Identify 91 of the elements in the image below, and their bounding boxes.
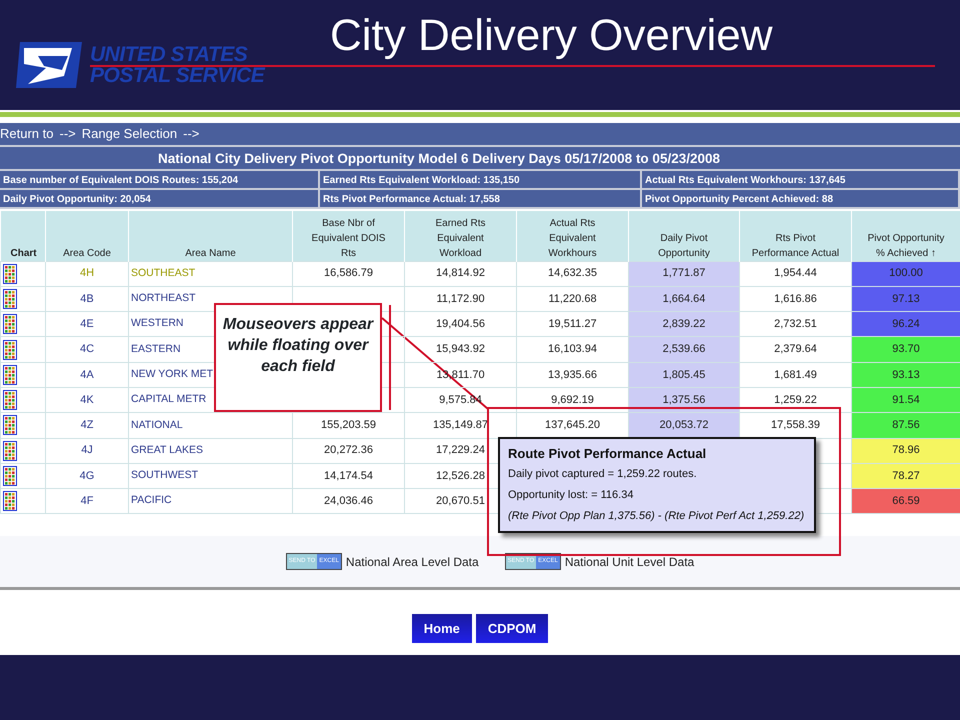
area-code: 4Z bbox=[80, 419, 94, 432]
column-header: Rts Pivot Performance Actual bbox=[740, 211, 852, 261]
area-code: 4K bbox=[80, 394, 94, 406]
nav-label: Return to bbox=[0, 125, 54, 144]
callout-box: Mouseovers appear while floating over each field bbox=[214, 303, 382, 412]
table-cell: 1,771.87 bbox=[628, 261, 740, 286]
chart-icon[interactable] bbox=[3, 288, 17, 309]
stat-text: Daily Pivot Opportunity: 20,054 bbox=[0, 190, 320, 209]
column-header: Chart bbox=[0, 211, 46, 261]
table-cell: 1,259.22 bbox=[740, 387, 852, 413]
area-code: 4E bbox=[80, 318, 94, 330]
logo-text: POSTAL SERVICE bbox=[90, 65, 264, 86]
percent-cell: 93.13 bbox=[852, 362, 960, 388]
logo-text: UNITED STATES bbox=[90, 44, 248, 65]
column-header: Actual Rts Equivalent Workhours bbox=[516, 211, 628, 261]
chart-icon[interactable] bbox=[3, 264, 17, 284]
area-code: 4J bbox=[81, 444, 93, 456]
column-header: Area Code bbox=[46, 211, 128, 261]
area-name-link[interactable]: EASTERN bbox=[131, 342, 181, 355]
table-cell: 16,586.79 bbox=[292, 261, 404, 286]
table-cell: 1,681.49 bbox=[740, 362, 852, 388]
report-title: National City Delivery Pivot Opportunity Model 6 Delivery Days 05/17/2008 to 05/23/2008 bbox=[0, 147, 960, 171]
table-cell: 11,220.68 bbox=[516, 286, 628, 312]
area-name-link[interactable]: PACIFIC bbox=[131, 494, 172, 506]
table-cell: 1,954.44 bbox=[740, 261, 852, 286]
export-label: National Area Level Data bbox=[346, 554, 479, 571]
range-selection-link[interactable]: Range Selection bbox=[82, 124, 178, 144]
chart-icon[interactable] bbox=[3, 440, 17, 461]
table-cell: 2,539.66 bbox=[628, 336, 740, 362]
percent-cell: 93.70 bbox=[852, 336, 960, 362]
export-label: National Unit Level Data bbox=[564, 554, 694, 571]
table-cell: 9,692.19 bbox=[516, 387, 628, 413]
table-cell: 14,814.92 bbox=[404, 261, 516, 286]
area-name-link[interactable]: NORTHEAST bbox=[131, 292, 196, 304]
column-header: Daily Pivot Opportunity bbox=[628, 211, 740, 261]
area-code: 4F bbox=[80, 495, 94, 508]
percent-cell: 78.27 bbox=[852, 463, 960, 489]
percent-cell: 87.56 bbox=[852, 412, 960, 438]
chart-icon[interactable] bbox=[3, 364, 17, 385]
chart-icon[interactable] bbox=[3, 314, 17, 334]
table-cell: 11,172.90 bbox=[404, 286, 516, 312]
column-header: Area Name bbox=[128, 211, 292, 261]
table-cell: 15,943.92 bbox=[404, 336, 516, 362]
chart-icon[interactable] bbox=[3, 491, 17, 512]
stat-text: Rts Pivot Performance Actual: 17,558 bbox=[320, 190, 642, 209]
arrow-text: --> bbox=[183, 125, 200, 144]
table-cell: 20,053.72 bbox=[628, 412, 740, 438]
chart-icon[interactable] bbox=[3, 340, 17, 360]
table-cell: 13,935.66 bbox=[516, 362, 628, 388]
table-cell: 2,839.22 bbox=[628, 312, 740, 337]
slide-title: City Delivery Overview bbox=[330, 14, 773, 58]
table-cell: 16,103.94 bbox=[516, 336, 628, 362]
area-code: 4G bbox=[80, 470, 94, 482]
table-cell: 2,732.51 bbox=[740, 312, 852, 337]
area-code: 4C bbox=[80, 343, 94, 356]
column-header: Earned Rts Equivalent Workload bbox=[404, 211, 516, 261]
chart-icon[interactable] bbox=[3, 390, 17, 410]
percent-cell: 91.54 bbox=[852, 387, 960, 413]
percent-cell: 100.00 bbox=[852, 261, 960, 286]
table-cell: 1,805.45 bbox=[628, 362, 740, 388]
nav-button[interactable]: CDPOM bbox=[476, 614, 548, 644]
area-code: 4B bbox=[80, 292, 94, 305]
table-cell: 14,174.54 bbox=[292, 463, 404, 489]
chart-icon[interactable] bbox=[3, 415, 17, 436]
chart-icon[interactable] bbox=[3, 466, 17, 486]
table-cell: 20,272.36 bbox=[292, 438, 404, 464]
column-header[interactable]: Pivot Opportunity % Achieved ↑ bbox=[852, 211, 960, 261]
stat-text: Actual Rts Equivalent Workhours: 137,645 bbox=[642, 171, 960, 190]
area-code: 4A bbox=[80, 368, 94, 381]
percent-cell: 96.24 bbox=[852, 312, 960, 337]
table-cell: 19,511.27 bbox=[516, 312, 628, 337]
table-cell: 19,404.56 bbox=[404, 312, 516, 337]
stat-text: Pivot Opportunity Percent Achieved: 88 bbox=[642, 190, 960, 209]
nav-button[interactable]: Home bbox=[412, 614, 472, 644]
arrow-text: --> bbox=[59, 125, 76, 144]
percent-cell: 78.96 bbox=[852, 438, 960, 464]
percent-cell: 97.13 bbox=[852, 286, 960, 312]
stat-text: Earned Rts Equivalent Workload: 135,150 bbox=[320, 171, 642, 190]
column-header: Base Nbr of Equivalent DOIS Rts bbox=[292, 211, 404, 261]
table-cell: 2,379.64 bbox=[740, 336, 852, 362]
table-cell: 14,632.35 bbox=[516, 261, 628, 286]
stat-text: Base number of Equivalent DOIS Routes: 155,204 bbox=[0, 171, 320, 190]
area-name-link[interactable]: NATIONAL bbox=[131, 418, 183, 431]
table-cell: 24,036.46 bbox=[292, 488, 404, 514]
area-name-link[interactable]: WESTERN bbox=[131, 317, 184, 330]
table-cell: 1,664.64 bbox=[628, 286, 740, 312]
table-cell: 1,616.86 bbox=[740, 286, 852, 312]
area-code: 4H bbox=[80, 267, 94, 280]
area-name-link[interactable]: SOUTHWEST bbox=[131, 469, 198, 482]
eagle-logo-icon bbox=[16, 40, 84, 90]
percent-cell: 66.59 bbox=[852, 488, 960, 514]
